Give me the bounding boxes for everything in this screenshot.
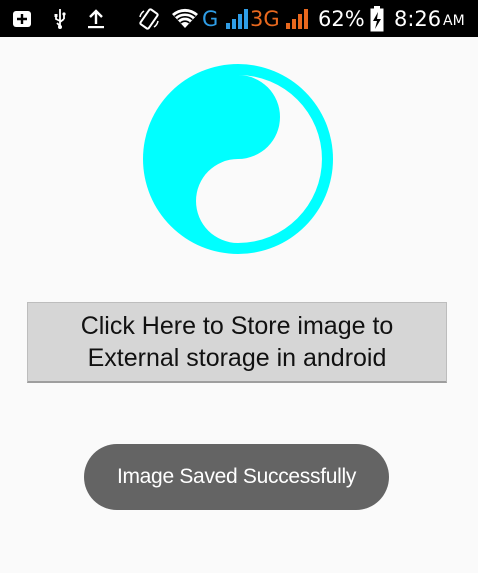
usb-icon — [50, 0, 70, 37]
wifi-icon — [170, 0, 200, 37]
signal-icon — [224, 0, 250, 37]
toast-text: Image Saved Successfully — [116, 465, 357, 488]
rotation-icon — [136, 0, 162, 37]
battery-percent: 62% — [318, 6, 365, 31]
store-image-button[interactable]: Click Here to Store image to External st… — [27, 302, 447, 383]
store-image-button-label: Click Here to Store image to External st… — [80, 312, 394, 372]
clock-ampm: AM — [443, 12, 465, 29]
network-3g-label: 3G — [250, 6, 280, 31]
clock-time: 8:26 — [394, 6, 442, 31]
network-g-label: G — [202, 6, 219, 31]
toast-message: Image Saved Successfully — [84, 444, 389, 510]
signal-icon — [284, 0, 310, 37]
upload-icon — [84, 0, 108, 37]
notification-plus-icon — [10, 0, 34, 37]
yin-yang-icon — [142, 63, 334, 255]
status-bar: G 3G 62% 8:26 AM — [0, 0, 478, 37]
battery-charging-icon — [368, 0, 386, 37]
